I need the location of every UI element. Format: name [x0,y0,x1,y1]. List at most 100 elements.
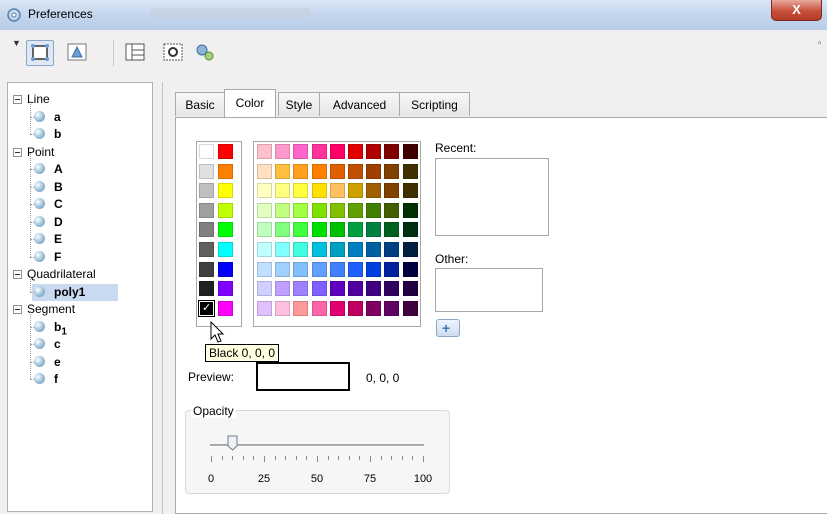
color-swatch[interactable] [348,144,363,159]
color-swatch[interactable] [257,163,272,179]
color-swatch[interactable] [275,202,291,218]
tree-item[interactable]: b1 [10,310,150,337]
color-swatch[interactable] [218,281,233,297]
tree-item[interactable]: e [10,344,150,371]
color-swatch[interactable] [384,242,400,257]
tab-color[interactable]: Color [224,89,276,117]
color-swatch[interactable] [293,163,309,179]
color-swatch[interactable] [293,222,309,238]
opacity-slider-thumb[interactable] [227,435,238,451]
color-swatch[interactable] [402,222,418,238]
color-swatch[interactable] [329,202,345,218]
color-swatch[interactable] [366,242,382,257]
tree-item[interactable]: poly1 [10,275,150,301]
color-swatch[interactable] [384,202,400,218]
tree-item[interactable]: a [10,100,150,126]
color-swatch[interactable] [384,261,400,277]
color-swatch[interactable] [384,281,400,297]
color-swatch[interactable] [348,163,363,179]
tree-item[interactable]: B [10,169,150,196]
color-swatch[interactable] [275,163,291,179]
tree-item[interactable]: F [10,239,150,266]
layout-button[interactable] [122,40,150,66]
color-swatch[interactable] [218,144,233,159]
color-swatch[interactable] [311,222,327,238]
color-swatch[interactable] [402,183,418,199]
color-swatch[interactable] [257,202,272,218]
color-swatch[interactable] [199,261,214,277]
color-swatch[interactable] [311,261,327,277]
color-swatch[interactable] [275,261,291,277]
color-swatch[interactable] [348,281,363,297]
color-swatch[interactable] [293,144,309,159]
color-swatch[interactable] [366,261,382,277]
graphics2-button[interactable] [64,40,92,66]
color-swatch[interactable] [257,242,272,257]
color-swatch[interactable] [366,300,382,316]
close-button[interactable]: X [771,0,822,21]
color-swatch[interactable] [402,202,418,218]
color-swatch[interactable] [402,281,418,297]
color-swatch[interactable] [329,261,345,277]
tree-item[interactable]: A [10,153,150,178]
tab-basic[interactable]: Basic [175,92,225,116]
color-swatch[interactable] [199,202,214,218]
color-swatch[interactable] [366,281,382,297]
collapse-icon[interactable] [13,270,22,279]
color-swatch[interactable] [218,261,233,277]
color-swatch[interactable] [384,183,400,199]
tree-item[interactable]: D [10,204,150,231]
tree-item[interactable]: C [10,187,150,213]
opacity-slider-track[interactable] [210,444,424,447]
color-swatch[interactable] [275,144,291,159]
tree-category[interactable]: Point [10,144,150,161]
color-swatch[interactable] [293,183,309,199]
color-swatch[interactable] [348,242,363,257]
color-swatch[interactable] [275,300,291,316]
color-swatch[interactable] [257,261,272,277]
color-swatch[interactable]: ✓ [198,299,215,317]
color-swatch[interactable] [275,222,291,238]
tree-category[interactable]: Segment [10,301,150,318]
panel-divider[interactable] [162,82,163,514]
collapse-icon[interactable] [13,147,22,157]
color-swatch[interactable] [311,163,327,179]
color-swatch[interactable] [293,202,309,218]
color-swatch[interactable] [366,163,382,179]
color-swatch[interactable] [218,202,233,218]
tab-scripting[interactable]: Scripting [399,92,470,116]
tree-category[interactable]: Quadrilateral [10,266,150,283]
advanced-button[interactable] [192,40,220,66]
tree-item[interactable]: f [10,362,150,388]
color-swatch[interactable] [257,300,272,316]
color-swatch[interactable] [384,163,400,179]
graphics-button[interactable] [26,40,54,66]
tree-category[interactable]: Line [10,91,150,108]
color-swatch[interactable] [366,202,382,218]
color-swatch[interactable] [293,242,309,257]
toolbar-collapse-icon[interactable]: ▼ [12,38,21,48]
color-swatch[interactable] [329,183,345,199]
color-swatch[interactable] [402,242,418,257]
color-swatch[interactable] [199,144,214,159]
tree-item[interactable]: c [10,327,150,353]
color-swatch[interactable] [348,183,363,199]
add-color-button[interactable]: + [436,319,460,337]
color-swatch[interactable] [311,202,327,218]
color-swatch[interactable] [311,300,327,316]
color-swatch[interactable] [348,222,363,238]
color-swatch[interactable] [257,183,272,199]
color-swatch[interactable] [218,242,233,257]
color-swatch[interactable] [384,144,400,159]
color-swatch[interactable] [311,183,327,199]
color-swatch[interactable] [293,261,309,277]
color-swatch[interactable] [257,144,272,159]
color-swatch[interactable] [384,300,400,316]
color-swatch[interactable] [199,242,214,257]
color-swatch[interactable] [329,300,345,316]
color-swatch[interactable] [329,144,345,159]
color-swatch[interactable] [329,281,345,297]
color-swatch[interactable] [402,300,418,316]
collapse-icon[interactable] [13,305,22,314]
color-swatch[interactable] [218,163,233,179]
